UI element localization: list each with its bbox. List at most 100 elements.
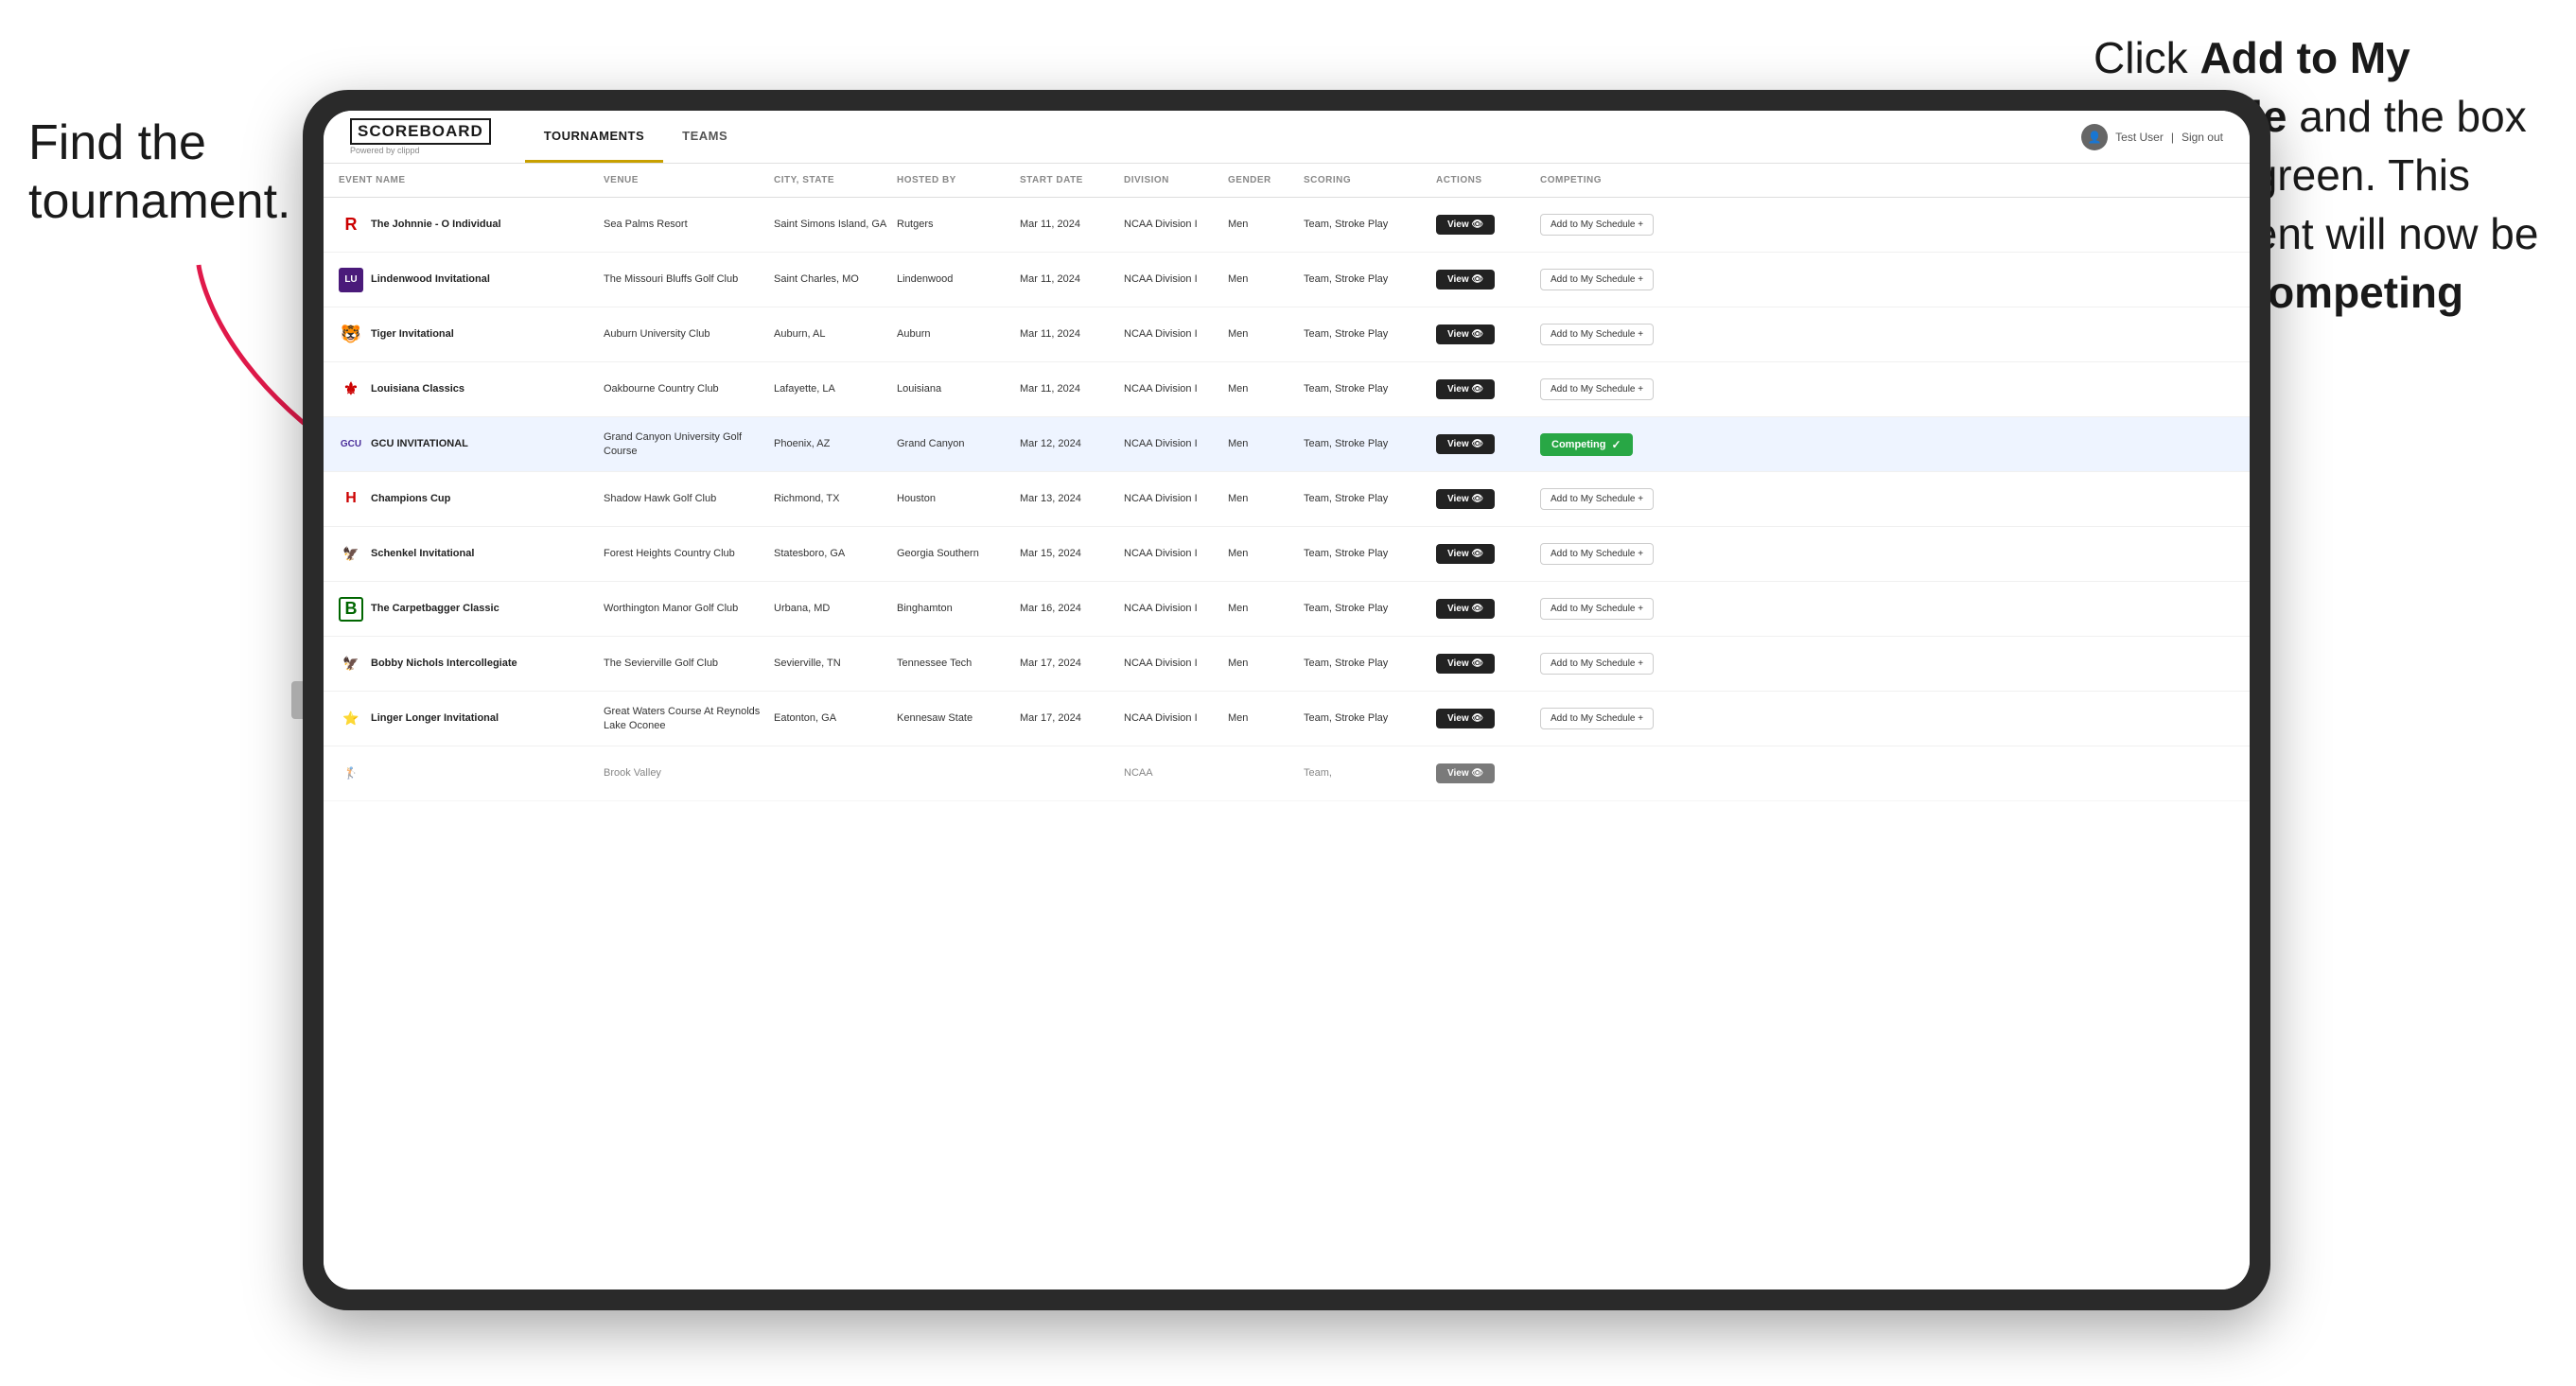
cell-gender: Men xyxy=(1228,214,1304,235)
cell-date: Mar 16, 2024 xyxy=(1020,598,1124,619)
competing-button[interactable]: Competing ✓ xyxy=(1540,433,1633,456)
cell-gender: Men xyxy=(1228,598,1304,619)
cell-city: Richmond, TX xyxy=(774,488,897,509)
view-button[interactable]: View 👁 xyxy=(1436,709,1495,728)
view-button[interactable]: View 👁 xyxy=(1436,544,1495,564)
cell-hosted: Tennessee Tech xyxy=(897,653,1020,674)
table-row: 🦅 Bobby Nichols Intercollegiate The Sevi… xyxy=(324,637,2250,692)
view-button[interactable]: View 👁 xyxy=(1436,434,1495,454)
cell-event: ⭐ Linger Longer Invitational xyxy=(339,703,604,735)
add-to-schedule-button[interactable]: Add to My Schedule + xyxy=(1540,269,1654,290)
cell-city: Phoenix, AZ xyxy=(774,433,897,454)
view-button[interactable]: View 👁 xyxy=(1436,379,1495,399)
view-button[interactable]: View 👁 xyxy=(1436,270,1495,289)
cell-city: Urbana, MD xyxy=(774,598,897,619)
signout-link[interactable]: Sign out xyxy=(2182,131,2223,144)
cell-hosted: Binghamton xyxy=(897,598,1020,619)
team-logo: H xyxy=(339,487,363,512)
cell-competing: Add to My Schedule + xyxy=(1540,320,1729,349)
cell-date: Mar 15, 2024 xyxy=(1020,543,1124,564)
top-bar: SCOREBOARD Powered by clippd TOURNAMENTS… xyxy=(324,111,2250,164)
add-to-schedule-button[interactable]: Add to My Schedule + xyxy=(1540,214,1654,236)
nav-tab-tournaments[interactable]: TOURNAMENTS xyxy=(525,111,663,163)
competing-label: Competing xyxy=(1551,439,1605,450)
cell-venue: The Missouri Bluffs Golf Club xyxy=(604,269,774,289)
cell-division: NCAA Division I xyxy=(1124,488,1228,509)
cell-competing: Add to My Schedule + xyxy=(1540,649,1729,678)
cell-date: Mar 17, 2024 xyxy=(1020,708,1124,728)
col-header-venue: VENUE xyxy=(604,175,774,185)
cell-venue: Forest Heights Country Club xyxy=(604,543,774,564)
col-header-city: CITY, STATE xyxy=(774,175,897,185)
event-name: Louisiana Classics xyxy=(371,382,464,395)
view-button[interactable]: View 👁 xyxy=(1436,489,1495,509)
cell-date: Mar 17, 2024 xyxy=(1020,653,1124,674)
table-row: 🏌 Brook Valley NCAA Team, View 👁 xyxy=(324,746,2250,801)
cell-gender: Men xyxy=(1228,269,1304,289)
cell-event: 🏌 xyxy=(339,758,604,790)
cell-date: Mar 12, 2024 xyxy=(1020,433,1124,454)
cell-division: NCAA Division I xyxy=(1124,324,1228,344)
cell-scoring: Team, Stroke Play xyxy=(1304,653,1436,674)
table-row: ⚜ Louisiana Classics Oakbourne Country C… xyxy=(324,362,2250,417)
annotation-left-line1: Find the xyxy=(28,115,206,170)
col-header-event: EVENT NAME xyxy=(339,175,604,185)
add-to-schedule-button[interactable]: Add to My Schedule + xyxy=(1540,378,1654,400)
cell-actions: View 👁 xyxy=(1436,705,1540,732)
cell-event: ⚜ Louisiana Classics xyxy=(339,374,604,406)
separator: | xyxy=(2171,131,2174,144)
user-icon: 👤 xyxy=(2081,124,2108,150)
cell-event: LU Lindenwood Invitational xyxy=(339,264,604,296)
add-to-schedule-button[interactable]: Add to My Schedule + xyxy=(1540,324,1654,345)
col-header-scoring: SCORING xyxy=(1304,175,1436,185)
check-icon: ✓ xyxy=(1611,438,1621,451)
table-body: R The Johnnie - O Individual Sea Palms R… xyxy=(324,198,2250,801)
nav-tab-teams[interactable]: TEAMS xyxy=(663,111,746,163)
cell-hosted: Grand Canyon xyxy=(897,433,1020,454)
cell-competing: Add to My Schedule + xyxy=(1540,484,1729,514)
cell-city: Saint Charles, MO xyxy=(774,269,897,289)
view-button[interactable]: View 👁 xyxy=(1436,654,1495,674)
cell-scoring: Team, Stroke Play xyxy=(1304,269,1436,289)
cell-actions: View 👁 xyxy=(1436,211,1540,238)
cell-actions: View 👁 xyxy=(1436,376,1540,403)
cell-competing: Add to My Schedule + xyxy=(1540,539,1729,569)
add-to-schedule-button[interactable]: Add to My Schedule + xyxy=(1540,708,1654,729)
cell-actions: View 👁 xyxy=(1436,321,1540,348)
cell-competing-active: Competing ✓ xyxy=(1540,430,1729,460)
cell-city: Auburn, AL xyxy=(774,324,897,344)
view-button[interactable]: View 👁 xyxy=(1436,763,1495,783)
view-button[interactable]: View 👁 xyxy=(1436,215,1495,235)
cell-venue: The Sevierville Golf Club xyxy=(604,653,774,674)
add-to-schedule-button[interactable]: Add to My Schedule + xyxy=(1540,653,1654,675)
tablet-screen: SCOREBOARD Powered by clippd TOURNAMENTS… xyxy=(324,111,2250,1290)
cell-competing: Add to My Schedule + xyxy=(1540,375,1729,404)
cell-gender: Men xyxy=(1228,708,1304,728)
add-to-schedule-button[interactable]: Add to My Schedule + xyxy=(1540,598,1654,620)
cell-venue: Sea Palms Resort xyxy=(604,214,774,235)
add-to-schedule-button[interactable]: Add to My Schedule + xyxy=(1540,543,1654,565)
cell-event: 🦅 Schenkel Invitational xyxy=(339,538,604,570)
cell-hosted: Louisiana xyxy=(897,378,1020,399)
table-row: 🦅 Schenkel Invitational Forest Heights C… xyxy=(324,527,2250,582)
event-name: Linger Longer Invitational xyxy=(371,711,499,725)
col-header-hosted: HOSTED BY xyxy=(897,175,1020,185)
team-logo: 🐯 xyxy=(339,323,363,347)
cell-event: H Champions Cup xyxy=(339,483,604,516)
app-logo-sub: Powered by clippd xyxy=(350,146,491,155)
cell-hosted: Rutgers xyxy=(897,214,1020,235)
event-name: Champions Cup xyxy=(371,492,450,505)
table-header: EVENT NAME VENUE CITY, STATE HOSTED BY S… xyxy=(324,164,2250,198)
add-to-schedule-button[interactable]: Add to My Schedule + xyxy=(1540,488,1654,510)
table-row: LU Lindenwood Invitational The Missouri … xyxy=(324,253,2250,307)
col-header-actions: ACTIONS xyxy=(1436,175,1540,185)
cell-division: NCAA Division I xyxy=(1124,269,1228,289)
cell-hosted: Lindenwood xyxy=(897,269,1020,289)
cell-scoring: Team, xyxy=(1304,763,1436,783)
view-button[interactable]: View 👁 xyxy=(1436,325,1495,344)
cell-gender: Men xyxy=(1228,324,1304,344)
cell-city: Eatonton, GA xyxy=(774,708,897,728)
view-button[interactable]: View 👁 xyxy=(1436,599,1495,619)
user-label: Test User xyxy=(2115,131,2164,144)
cell-city: Sevierville, TN xyxy=(774,653,897,674)
